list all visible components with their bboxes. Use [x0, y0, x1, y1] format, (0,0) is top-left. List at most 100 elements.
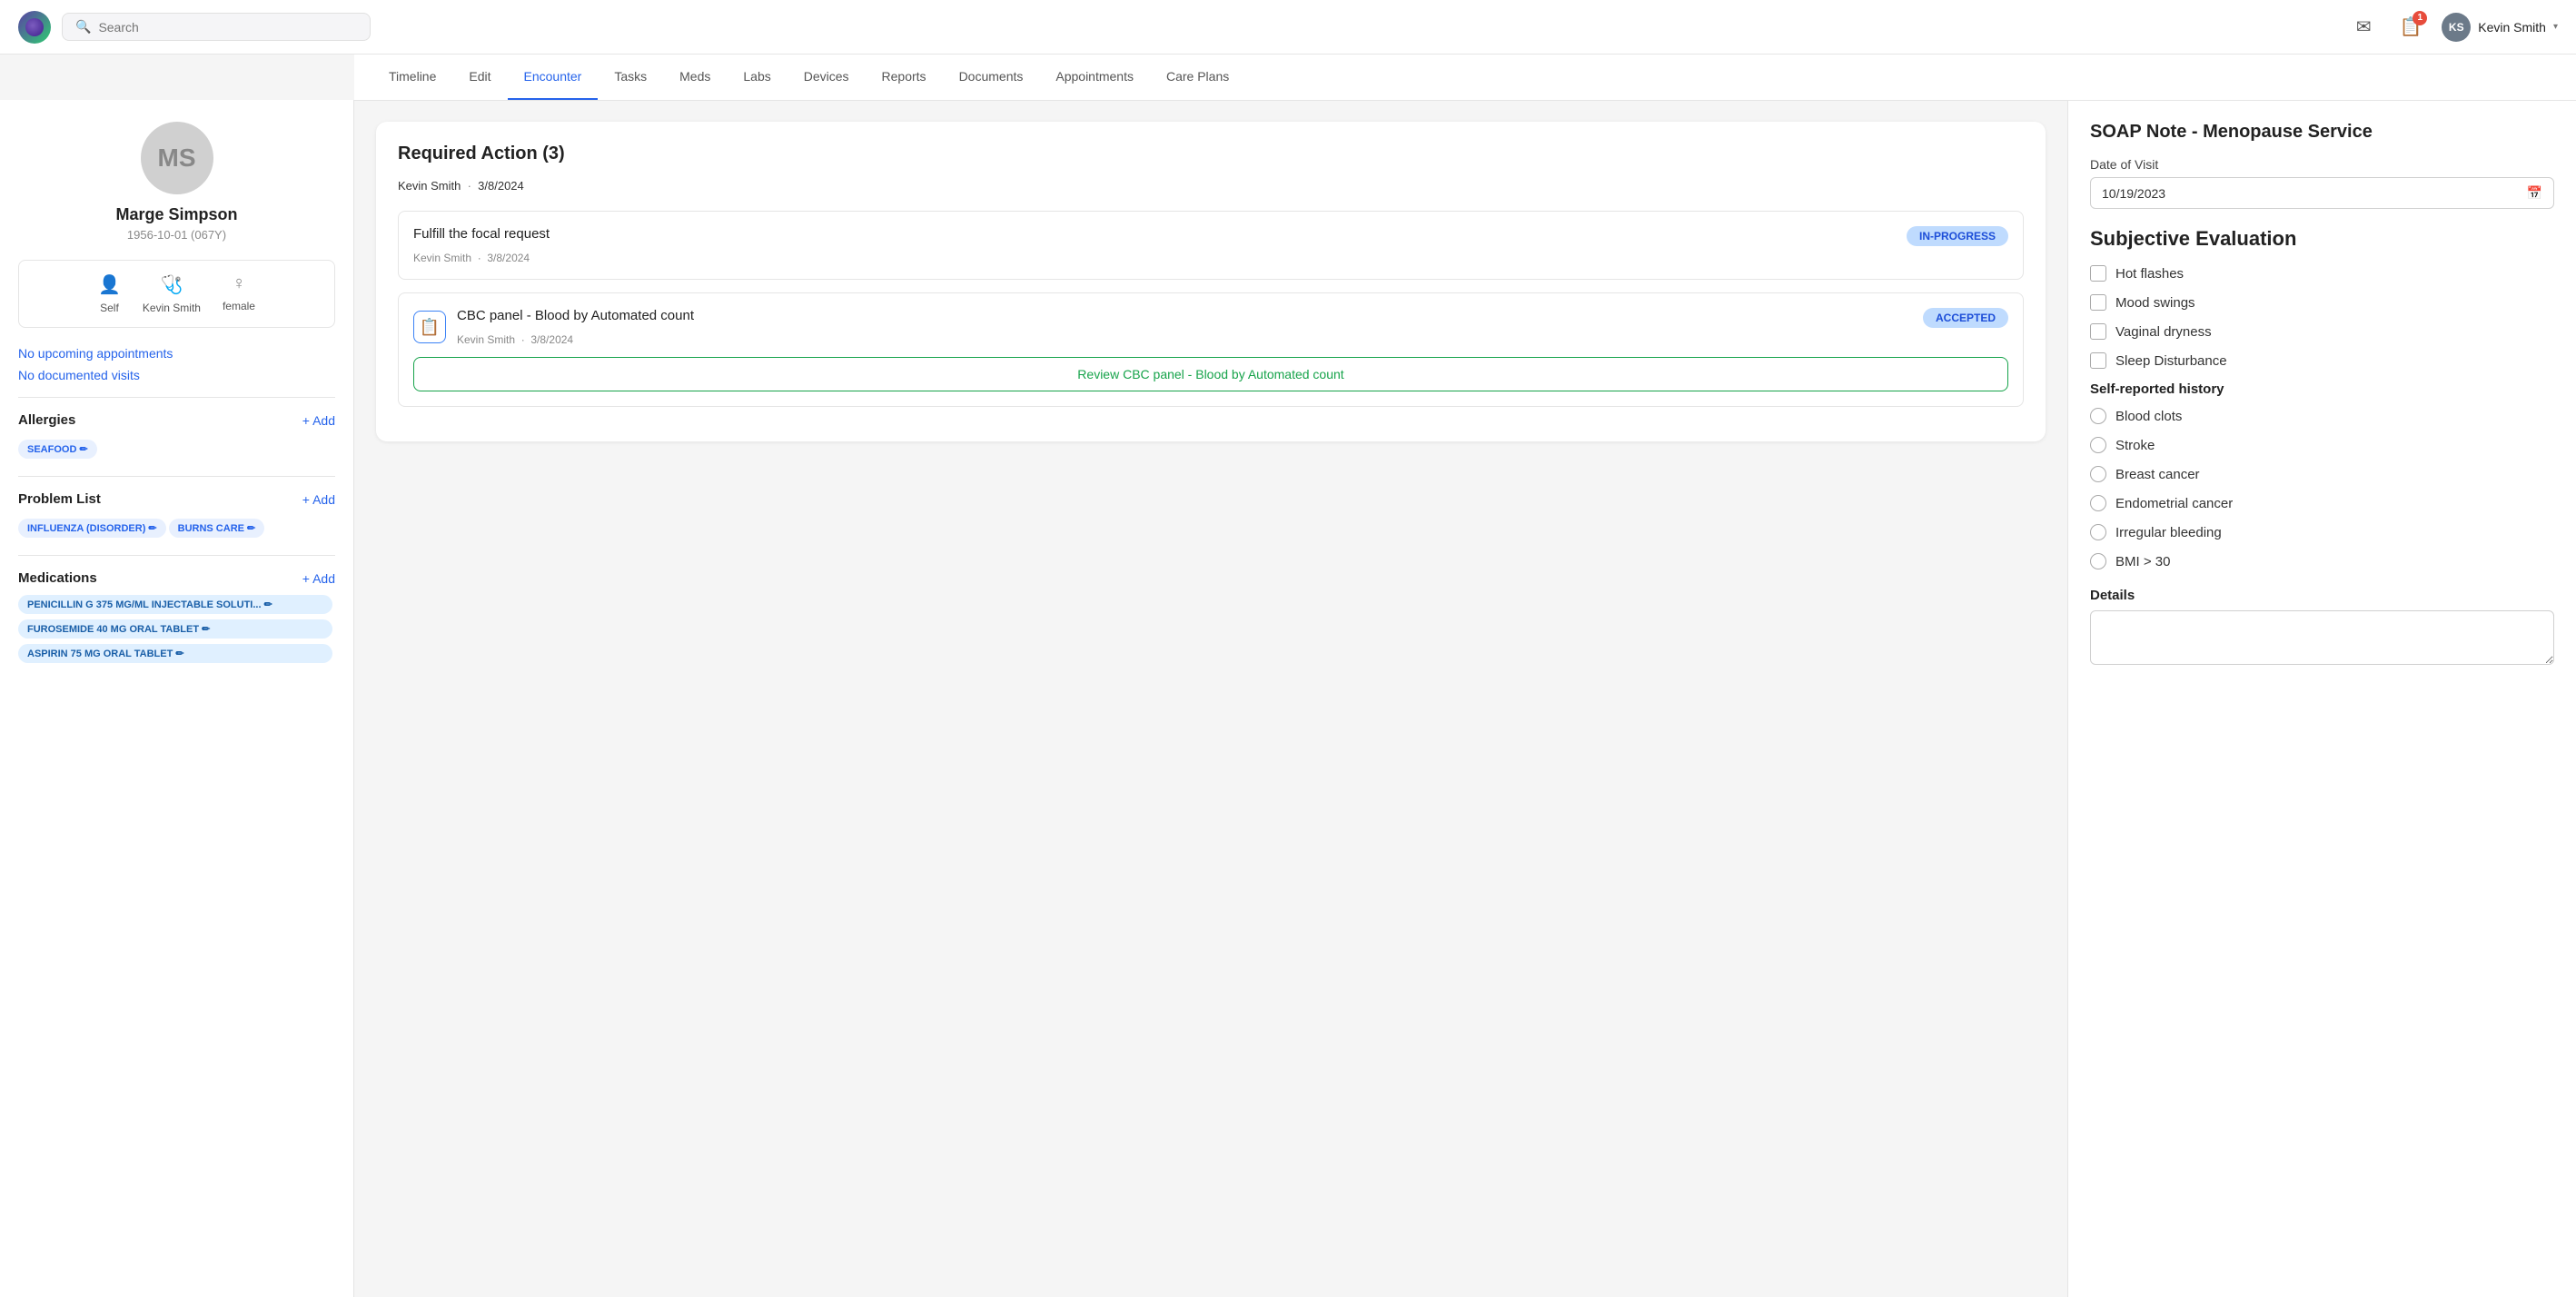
- patient-avatar: MS: [141, 122, 213, 194]
- calendar-icon: 📅: [2527, 185, 2542, 201]
- radio-input[interactable]: [2090, 524, 2106, 540]
- soap-title: SOAP Note - Menopause Service: [2090, 122, 2554, 143]
- app-logo[interactable]: [18, 11, 51, 44]
- tab-appointments[interactable]: Appointments: [1039, 54, 1150, 100]
- add-medication-button[interactable]: + Add: [302, 571, 335, 586]
- role-label: Kevin Smith: [143, 302, 201, 314]
- user-avatar: KS: [2442, 13, 2471, 42]
- review-button[interactable]: Review CBC panel - Blood by Automated co…: [413, 357, 2008, 391]
- action-item-icon: 📋: [413, 311, 446, 343]
- checkboxes-list: Hot flashes Mood swings Vaginal dryness …: [2090, 265, 2554, 369]
- clipboard-button[interactable]: 📋 1: [2394, 11, 2427, 44]
- tab-encounter[interactable]: Encounter: [508, 54, 599, 100]
- mail-icon: ✉: [2356, 15, 2372, 38]
- main-content: Required Action (3) Kevin Smith · 3/8/20…: [354, 100, 2067, 1297]
- sidebar: MS Marge Simpson 1956-10-01 (067Y) 👤Self…: [0, 100, 354, 1297]
- medications-section-header: Medications + Add: [18, 570, 335, 586]
- user-name-label: Kevin Smith: [2478, 20, 2546, 35]
- tab-tasks[interactable]: Tasks: [598, 54, 663, 100]
- action-status-badge: IN-PROGRESS: [1907, 226, 2008, 246]
- notification-badge: 1: [2413, 11, 2427, 25]
- action-item: Fulfill the focal request IN-PROGRESS Ke…: [398, 211, 2024, 280]
- tab-timeline[interactable]: Timeline: [372, 54, 452, 100]
- action-provider: Kevin Smith: [457, 333, 515, 346]
- action-status-badge: ACCEPTED: [1923, 308, 2008, 328]
- action-title: Fulfill the focal request: [413, 226, 550, 242]
- radio-label: Endometrial cancer: [2115, 496, 2233, 511]
- radio-label: Irregular bleeding: [2115, 525, 2222, 540]
- radio-row: Blood clots: [2090, 408, 2554, 424]
- top-nav: 🔍 ✉ 📋 1 KS Kevin Smith ▾: [0, 0, 2576, 54]
- no-appointments-link[interactable]: No upcoming appointments: [18, 346, 335, 361]
- medications-title: Medications: [18, 570, 97, 586]
- radio-row: Stroke: [2090, 437, 2554, 453]
- add-allergy-button[interactable]: + Add: [302, 413, 335, 428]
- medication-tag[interactable]: PENICILLIN G 375 MG/ML INJECTABLE SOLUTI…: [18, 595, 332, 614]
- checkbox-input[interactable]: [2090, 323, 2106, 340]
- details-label: Details: [2090, 588, 2554, 603]
- subjective-evaluation-heading: Subjective Evaluation: [2090, 227, 2554, 251]
- required-action-card: Required Action (3) Kevin Smith · 3/8/20…: [376, 122, 2046, 441]
- tab-bar: TimelineEditEncounterTasksMedsLabsDevice…: [354, 54, 2576, 101]
- radio-input[interactable]: [2090, 553, 2106, 569]
- tab-documents[interactable]: Documents: [943, 54, 1040, 100]
- main-layout: MS Marge Simpson 1956-10-01 (067Y) 👤Self…: [0, 100, 2576, 1297]
- problem-list-section-header: Problem List + Add: [18, 491, 335, 507]
- action-meta: Kevin Smith · 3/8/2024: [398, 179, 2024, 193]
- mail-button[interactable]: ✉: [2347, 11, 2380, 44]
- radio-label: Blood clots: [2115, 409, 2182, 424]
- radio-label: Stroke: [2115, 438, 2155, 453]
- radio-row: Endometrial cancer: [2090, 495, 2554, 511]
- search-icon: 🔍: [75, 19, 91, 35]
- action-item: 📋 CBC panel - Blood by Automated count A…: [398, 292, 2024, 407]
- checkbox-input[interactable]: [2090, 294, 2106, 311]
- role-icon: ♀: [232, 273, 245, 294]
- checkbox-label: Vaginal dryness: [2115, 324, 2212, 340]
- action-header-row: Fulfill the focal request IN-PROGRESS: [413, 226, 2008, 246]
- user-menu[interactable]: KS Kevin Smith ▾: [2442, 13, 2558, 42]
- search-box[interactable]: 🔍: [62, 13, 371, 41]
- date-of-visit-input[interactable]: 10/19/2023 📅: [2090, 177, 2554, 209]
- required-action-title: Required Action (3): [398, 144, 2024, 164]
- role-icon: 👤: [98, 273, 121, 296]
- action-sub-meta: Kevin Smith · 3/8/2024: [457, 333, 2008, 346]
- checkbox-row: Hot flashes: [2090, 265, 2554, 282]
- radio-row: BMI > 30: [2090, 553, 2554, 569]
- role-icon: 🩺: [160, 273, 183, 296]
- radio-label: Breast cancer: [2115, 467, 2200, 482]
- tab-meds[interactable]: Meds: [663, 54, 727, 100]
- action-header-row: CBC panel - Blood by Automated count ACC…: [457, 308, 2008, 328]
- no-visits-link[interactable]: No documented visits: [18, 368, 335, 382]
- checkbox-input[interactable]: [2090, 352, 2106, 369]
- allergy-tag[interactable]: SEAFOOD ✏: [18, 440, 97, 459]
- radio-input[interactable]: [2090, 437, 2106, 453]
- action-item-info: CBC panel - Blood by Automated count ACC…: [457, 308, 2008, 346]
- medication-tag[interactable]: ASPIRIN 75 MG ORAL TABLET ✏: [18, 644, 332, 663]
- search-input[interactable]: [98, 20, 357, 35]
- action-title: CBC panel - Blood by Automated count: [457, 308, 694, 323]
- details-textarea[interactable]: [2090, 610, 2554, 665]
- add-problem-button[interactable]: + Add: [302, 492, 335, 507]
- radio-input[interactable]: [2090, 408, 2106, 424]
- problem-tag[interactable]: BURNS CARE ✏: [169, 519, 265, 538]
- radio-input[interactable]: [2090, 466, 2106, 482]
- tab-devices[interactable]: Devices: [788, 54, 866, 100]
- checkbox-label: Hot flashes: [2115, 266, 2184, 282]
- radio-input[interactable]: [2090, 495, 2106, 511]
- action-item-row: 📋 CBC panel - Blood by Automated count A…: [413, 308, 2008, 346]
- problem-list-title: Problem List: [18, 491, 101, 507]
- tab-reports[interactable]: Reports: [866, 54, 943, 100]
- tab-care-plans[interactable]: Care Plans: [1150, 54, 1245, 100]
- checkbox-label: Sleep Disturbance: [2115, 353, 2227, 369]
- tab-labs[interactable]: Labs: [727, 54, 787, 100]
- radio-row: Breast cancer: [2090, 466, 2554, 482]
- radios-list: Blood clots Stroke Breast cancer Endomet…: [2090, 408, 2554, 569]
- checkbox-input[interactable]: [2090, 265, 2106, 282]
- checkbox-label: Mood swings: [2115, 295, 2195, 311]
- checkbox-row: Vaginal dryness: [2090, 323, 2554, 340]
- allergies-section-header: Allergies + Add: [18, 412, 335, 428]
- tab-edit[interactable]: Edit: [452, 54, 507, 100]
- problem-tag[interactable]: INFLUENZA (DISORDER) ✏: [18, 519, 166, 538]
- medication-tag[interactable]: FUROSEMIDE 40 MG ORAL TABLET ✏: [18, 619, 332, 639]
- role-kevin-smith: 🩺 Kevin Smith: [143, 273, 201, 314]
